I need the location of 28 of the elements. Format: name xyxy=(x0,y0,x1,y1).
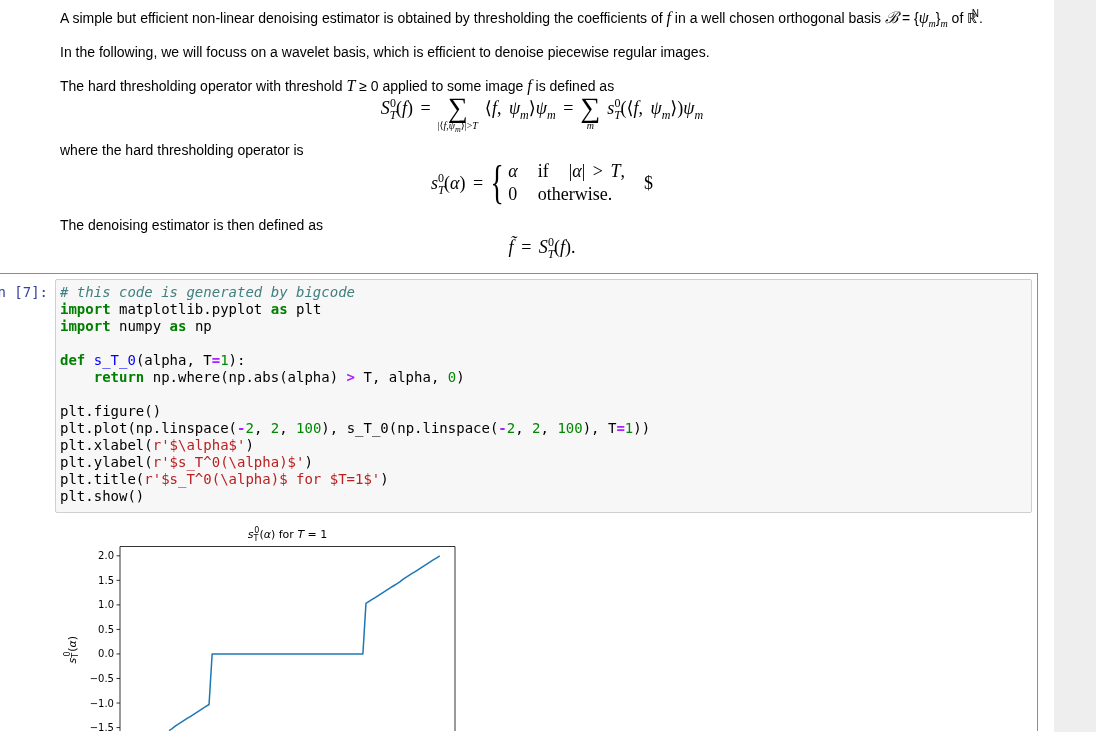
code-line: plt.ylabel(r'$s_T^0(\alpha)$') xyxy=(60,454,313,471)
y-tick-label: −1.5 xyxy=(89,722,114,731)
code-line: return np.where(np.abs(alpha) > T, alpha, 0) xyxy=(92,369,465,386)
code-line: plt.xlabel(r'$\alpha$') xyxy=(60,437,254,454)
math-formula: s$_{T}$$^{0}$(α) = {α if |α| > T, 0 otherwise. $ xyxy=(430,160,654,206)
paragraph-text: The hard thresholding operator with threshold T ≥ 0 applied to some image f is defined as xyxy=(60,76,615,96)
code-input[interactable] xyxy=(55,279,1032,513)
y-tick-label: −0.5 xyxy=(89,673,114,684)
y-tick-label: 1.0 xyxy=(98,599,114,611)
code-line: plt.plot(np.linspace(-2, 2, 100), s_T_0(np.linspace(-2, 2, 100), T=1)) xyxy=(60,420,651,437)
y-tick-label: 0.5 xyxy=(98,623,114,635)
math-formula: f̃ = S$_{T}$$^{0}$(f). xyxy=(508,235,576,259)
y-tick-label: −1.0 xyxy=(89,697,114,709)
paragraph-text: In the following, we will focuss on a wavelet basis, which is efficient to denoise piecewise regular images. xyxy=(60,43,710,62)
paragraph-text: The denoising estimator is then defined as xyxy=(60,216,324,235)
code-line: # this code is generated by bigcode xyxy=(60,284,355,301)
y-tick-label: 2.0 xyxy=(98,550,114,562)
chart-title: s$_{T}$$^{0}$(α) for T = 1 xyxy=(247,527,328,542)
code-line: def s_T_0(alpha, T=1): xyxy=(60,352,246,369)
code-line: import matplotlib.pyplot as plt xyxy=(60,301,322,318)
paragraph-text: A simple but efficient non-linear denoising estimator is obtained by thresholding the coefficients of f in a well chosen orthogonal basis ℬ = {ψ$_{m}$}$_{m}$ of ℝ$^{N}$. xyxy=(60,8,983,28)
paragraph-text: where the hard thresholding operator is xyxy=(60,141,304,160)
code-line: plt.show() xyxy=(60,488,145,505)
y-tick-label: 0.0 xyxy=(98,648,114,660)
y-tick-label: 1.5 xyxy=(98,574,114,586)
code-line: plt.title(r'$s_T^0(\alpha)$ for $T=1$') xyxy=(60,471,389,488)
code-line: import numpy as np xyxy=(60,318,212,335)
code-line: plt.figure() xyxy=(60,403,162,420)
